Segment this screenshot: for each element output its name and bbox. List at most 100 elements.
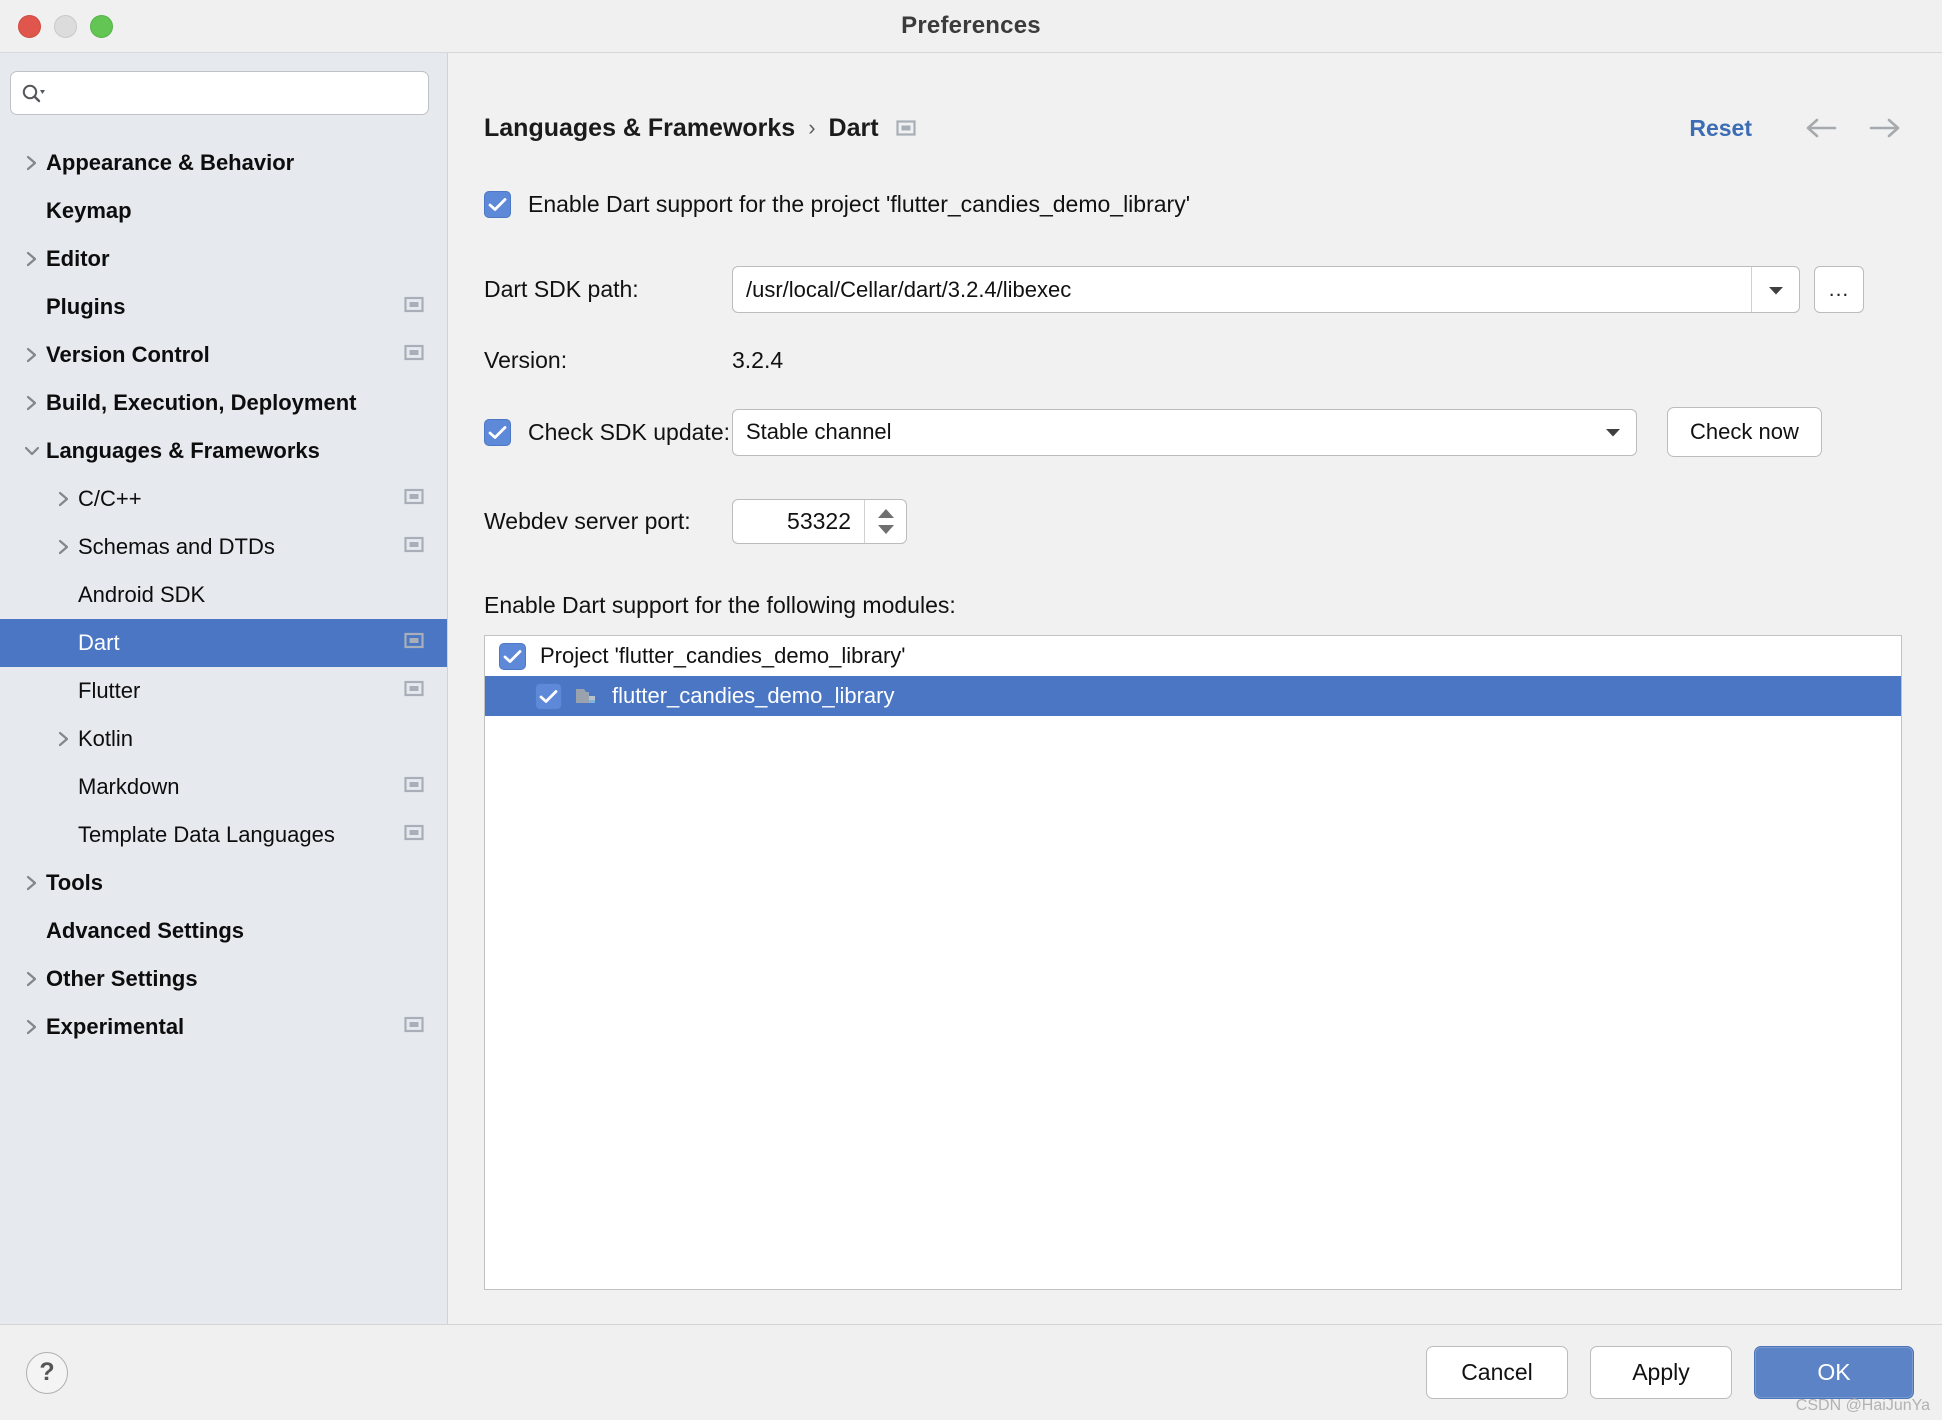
module-checkbox[interactable] xyxy=(499,642,526,670)
sidebar-item-android-sdk[interactable]: Android SDK xyxy=(0,571,447,619)
dart-version-label: Version: xyxy=(484,346,568,373)
sdk-update-channel-select[interactable]: Stable channel xyxy=(732,408,1637,456)
dart-sdk-path-value: /usr/local/Cellar/dart/3.2.4/libexec xyxy=(746,276,1072,302)
reset-link[interactable]: Reset xyxy=(1689,115,1752,142)
panel-badge-icon xyxy=(403,534,425,561)
sidebar-item-label: Dart xyxy=(78,630,120,655)
sidebar-item-languages-frameworks[interactable]: Languages & Frameworks xyxy=(0,427,447,475)
sidebar-item-c-c[interactable]: C/C++ xyxy=(0,475,447,523)
breadcrumb-current: Dart xyxy=(828,113,879,142)
modules-list[interactable]: Project 'flutter_candies_demo_library'fl… xyxy=(484,635,1902,1290)
help-button[interactable]: ? xyxy=(26,1351,68,1394)
enable-dart-support-checkbox[interactable] xyxy=(484,191,511,218)
panel-badge-icon xyxy=(403,486,425,513)
sidebar-item-plugins[interactable]: Plugins xyxy=(0,283,447,331)
sidebar-item-label: Appearance & Behavior xyxy=(46,150,295,175)
panel-badge-icon xyxy=(403,678,425,705)
sidebar-item-label: Editor xyxy=(46,246,110,271)
search-container xyxy=(0,71,447,131)
sidebar-item-label: Keymap xyxy=(46,198,132,223)
dart-sdk-browse-button[interactable]: ... xyxy=(1814,266,1864,313)
chevron-right-icon[interactable] xyxy=(50,729,78,749)
sidebar-item-advanced-settings[interactable]: Advanced Settings xyxy=(0,907,447,955)
chevron-right-icon[interactable] xyxy=(18,249,46,269)
sidebar-item-appearance-behavior[interactable]: Appearance & Behavior xyxy=(0,139,447,187)
sidebar-item-build-execution-deployment[interactable]: Build, Execution, Deployment xyxy=(0,379,447,427)
check-sdk-update-row: Check SDK update: Stable channel Check n… xyxy=(484,407,1902,457)
watermark: CSDN @HaiJunYa xyxy=(1795,1397,1930,1414)
chevron-down-icon xyxy=(1590,426,1636,438)
sidebar-item-other-settings[interactable]: Other Settings xyxy=(0,955,447,1003)
module-label: Project 'flutter_candies_demo_library' xyxy=(540,643,906,668)
stepper-arrows-icon[interactable] xyxy=(864,500,906,543)
check-now-button[interactable]: Check now xyxy=(1667,407,1822,457)
sidebar-item-label: Schemas and DTDs xyxy=(78,534,275,559)
modules-section-label: Enable Dart support for the following mo… xyxy=(484,592,956,618)
dart-sdk-path-row: Dart SDK path: /usr/local/Cellar/dart/3.… xyxy=(484,266,1902,313)
chevron-right-icon[interactable] xyxy=(18,153,46,173)
sidebar-item-label: Build, Execution, Deployment xyxy=(46,390,357,415)
chevron-right-icon[interactable] xyxy=(18,1017,46,1037)
sidebar-item-tools[interactable]: Tools xyxy=(0,859,447,907)
sidebar-item-template-data-languages[interactable]: Template Data Languages xyxy=(0,811,447,859)
chevron-right-icon[interactable] xyxy=(18,969,46,989)
sidebar-item-version-control[interactable]: Version Control xyxy=(0,331,447,379)
sidebar-item-label: Tools xyxy=(46,870,104,895)
sidebar-item-experimental[interactable]: Experimental xyxy=(0,1003,447,1051)
window-title: Preferences xyxy=(901,12,1041,39)
dart-sdk-path-dropdown-icon[interactable] xyxy=(1751,267,1799,312)
sidebar-item-label: Experimental xyxy=(46,1014,185,1039)
sidebar-item-label: Version Control xyxy=(46,342,210,367)
panel-badge-icon xyxy=(403,294,425,321)
webdev-server-port-row: Webdev server port: 53322 xyxy=(484,499,1902,544)
ok-button[interactable]: OK xyxy=(1754,1346,1914,1399)
check-sdk-update-left: Check SDK update: xyxy=(484,418,732,446)
sidebar-item-markdown[interactable]: Markdown xyxy=(0,763,447,811)
search-input[interactable] xyxy=(49,82,418,104)
module-list-row[interactable]: Project 'flutter_candies_demo_library' xyxy=(485,636,1901,676)
sidebar-item-label: Template Data Languages xyxy=(78,822,335,847)
panel-badge-icon xyxy=(895,117,917,139)
chevron-right-icon[interactable] xyxy=(18,873,46,893)
panel-badge-icon xyxy=(403,822,425,849)
chevron-right-icon[interactable] xyxy=(18,345,46,365)
sidebar-item-kotlin[interactable]: Kotlin xyxy=(0,715,447,763)
check-sdk-update-label: Check SDK update: xyxy=(528,418,731,445)
sidebar-item-schemas-and-dtds[interactable]: Schemas and DTDs xyxy=(0,523,447,571)
cancel-button[interactable]: Cancel xyxy=(1426,1346,1568,1399)
panel-badge-icon xyxy=(403,774,425,801)
webdev-server-port-stepper[interactable]: 53322 xyxy=(732,499,907,544)
panel-badge-icon xyxy=(403,1014,425,1041)
sidebar-item-label: Android SDK xyxy=(78,582,206,607)
dart-sdk-path-label: Dart SDK path: xyxy=(484,276,639,302)
sdk-update-channel-value: Stable channel xyxy=(746,419,892,444)
sidebar-item-dart[interactable]: Dart xyxy=(0,619,447,667)
module-checkbox[interactable] xyxy=(535,682,562,710)
dart-sdk-path-field[interactable]: /usr/local/Cellar/dart/3.2.4/libexec xyxy=(732,266,1800,313)
chevron-down-icon[interactable] xyxy=(18,443,46,459)
search-box[interactable] xyxy=(10,71,429,115)
breadcrumb-parent[interactable]: Languages & Frameworks xyxy=(484,114,795,143)
breadcrumb: Languages & Frameworks › Dart Reset xyxy=(484,111,1902,145)
module-label: flutter_candies_demo_library xyxy=(612,683,895,708)
dart-version-row: Version: 3.2.4 xyxy=(484,340,1902,380)
dart-version-value: 3.2.4 xyxy=(732,346,784,373)
sidebar-item-flutter[interactable]: Flutter xyxy=(0,667,447,715)
back-arrow-icon[interactable] xyxy=(1804,116,1838,140)
module-folder-icon xyxy=(574,685,598,707)
panel-badge-icon xyxy=(403,630,425,657)
apply-button[interactable]: Apply xyxy=(1590,1346,1732,1399)
module-list-row[interactable]: flutter_candies_demo_library xyxy=(485,676,1901,716)
forward-arrow-icon[interactable] xyxy=(1868,116,1902,140)
sidebar-item-label: C/C++ xyxy=(78,486,142,511)
chevron-right-icon[interactable] xyxy=(50,489,78,509)
check-sdk-update-checkbox[interactable] xyxy=(484,418,511,446)
enable-dart-support-label: Enable Dart support for the project 'flu… xyxy=(528,191,1191,217)
chevron-right-icon[interactable] xyxy=(50,537,78,557)
chevron-right-icon[interactable] xyxy=(18,393,46,413)
sidebar-item-label: Kotlin xyxy=(78,726,134,751)
sidebar-item-keymap[interactable]: Keymap xyxy=(0,187,447,235)
panel-badge-icon xyxy=(403,342,425,369)
sidebar-item-editor[interactable]: Editor xyxy=(0,235,447,283)
sidebar-item-label: Markdown xyxy=(78,774,180,799)
